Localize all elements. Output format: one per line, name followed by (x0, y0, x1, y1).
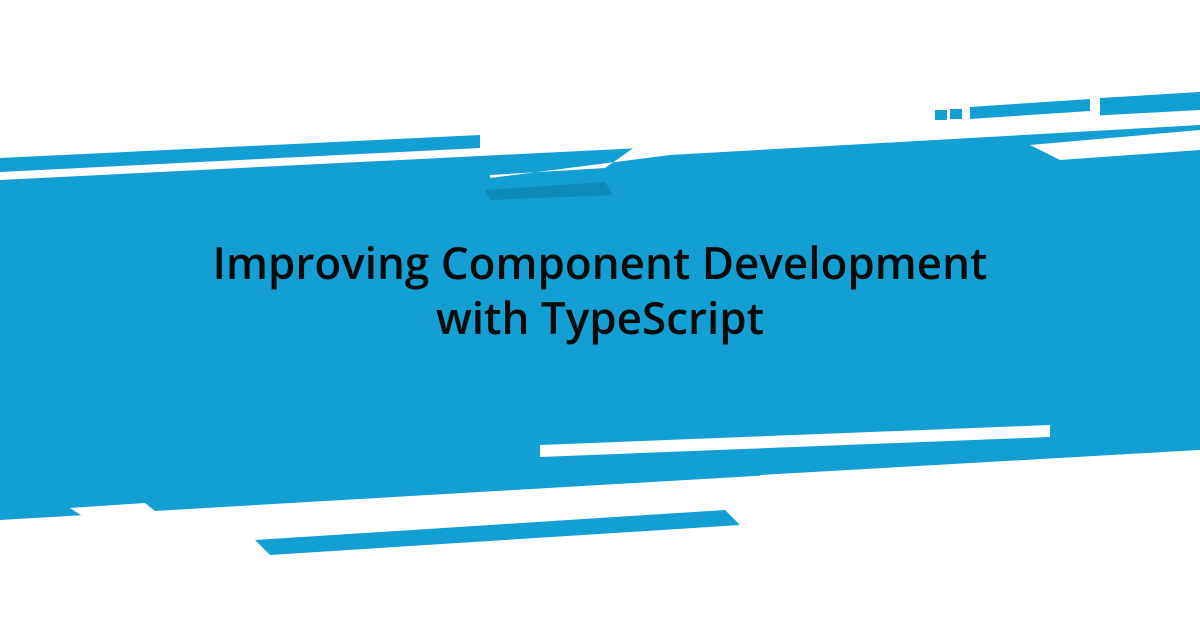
title-line-2: with TypeScript (436, 287, 764, 347)
title-line-1: Improving Component Development (213, 232, 988, 292)
page-title: Improving Component Development with Typ… (0, 235, 1200, 345)
